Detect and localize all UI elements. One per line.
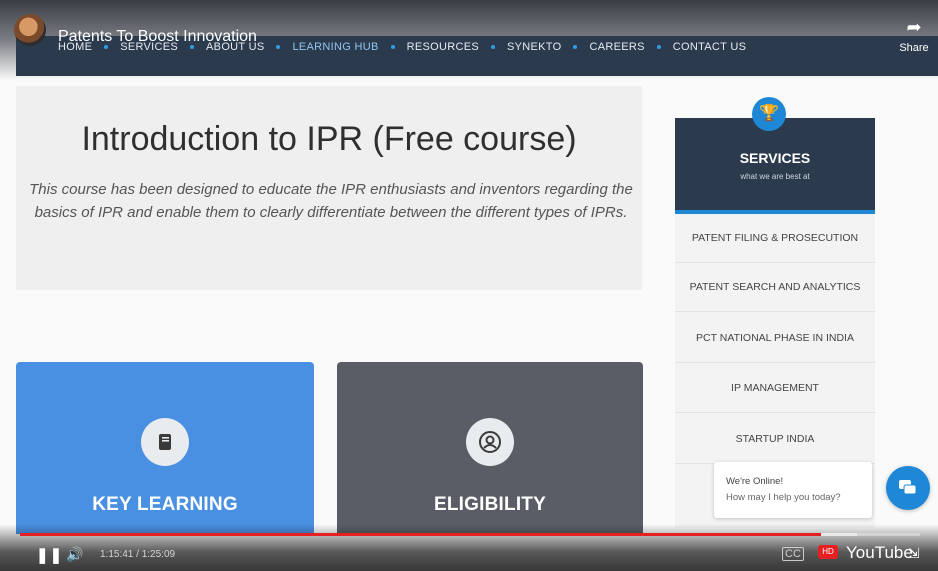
key-learning-card[interactable]: KEY LEARNING: [16, 362, 314, 534]
course-description: This course has been designed to educate…: [29, 181, 633, 221]
share-arrow-icon: ➦: [906, 17, 922, 37]
settings-hd-icon[interactable]: HD: [818, 545, 838, 559]
service-item-patent-filing[interactable]: PATENT FILING & PROSECUTION: [675, 214, 875, 263]
course-title: Introduction to IPR (Free course): [81, 120, 577, 158]
nav-separator-dot: [390, 45, 395, 49]
nav-separator-dot: [491, 45, 495, 49]
progress-played: [20, 533, 821, 536]
user-icon: [466, 418, 514, 466]
pause-icon[interactable]: ❚❚: [36, 546, 63, 564]
chat-status-text: We're Online!: [726, 476, 784, 487]
time-display: 1:15:41 / 1:25:09: [100, 549, 176, 560]
chat-greeting-bubble[interactable]: We're Online! How may I help you today?: [714, 462, 872, 518]
nav-separator-dot: [656, 45, 661, 49]
youtube-logo[interactable]: YouTube: [846, 543, 913, 563]
services-header: SERVICES what we are best at: [675, 118, 875, 214]
video-title[interactable]: Patents To Boost Innovation: [58, 28, 257, 46]
channel-avatar[interactable]: [14, 14, 46, 46]
nav-item-resources[interactable]: RESOURCES: [407, 41, 479, 53]
nav-item-learning-hub[interactable]: LEARNING HUB: [292, 41, 378, 53]
nav-item-contact-us[interactable]: CONTACT US: [673, 41, 747, 53]
book-icon: [141, 418, 189, 466]
eligibility-title: ELIGIBILITY: [434, 494, 546, 515]
service-item-pct-national-phase[interactable]: PCT NATIONAL PHASE IN INDIA: [675, 314, 875, 363]
subtitles-icon[interactable]: CC: [782, 547, 804, 561]
service-item-startup-india[interactable]: STARTUP INDIA: [675, 415, 875, 464]
nav-item-synekto[interactable]: SYNEKTO: [507, 41, 561, 53]
course-intro-panel: Introduction to IPR (Free course) This c…: [16, 86, 642, 290]
trophy-icon: 🏆: [752, 97, 786, 131]
exit-fullscreen-icon[interactable]: ⇲: [908, 545, 920, 562]
volume-icon[interactable]: 🔊: [66, 546, 83, 563]
nav-separator-dot: [573, 45, 578, 49]
share-button[interactable]: ➦ Share: [896, 18, 932, 62]
share-label: Share: [899, 42, 929, 54]
nav-item-careers[interactable]: CAREERS: [589, 41, 644, 53]
key-learning-title: KEY LEARNING: [92, 494, 238, 515]
progress-bar[interactable]: [20, 533, 920, 536]
chat-prompt-text: How may I help you today?: [726, 492, 841, 503]
service-item-patent-search[interactable]: PATENT SEARCH AND ANALYTICS: [675, 263, 875, 312]
nav-separator-dot: [276, 45, 281, 49]
chat-icon[interactable]: [886, 466, 930, 510]
services-title: SERVICES: [739, 150, 811, 166]
video-player[interactable]: HOME SERVICES ABOUT US LEARNING HUB RESO…: [0, 0, 938, 571]
service-item-ip-management[interactable]: IP MANAGEMENT: [675, 364, 875, 413]
services-subtitle: what we are best at: [740, 172, 810, 181]
eligibility-card[interactable]: ELIGIBILITY: [337, 362, 643, 534]
